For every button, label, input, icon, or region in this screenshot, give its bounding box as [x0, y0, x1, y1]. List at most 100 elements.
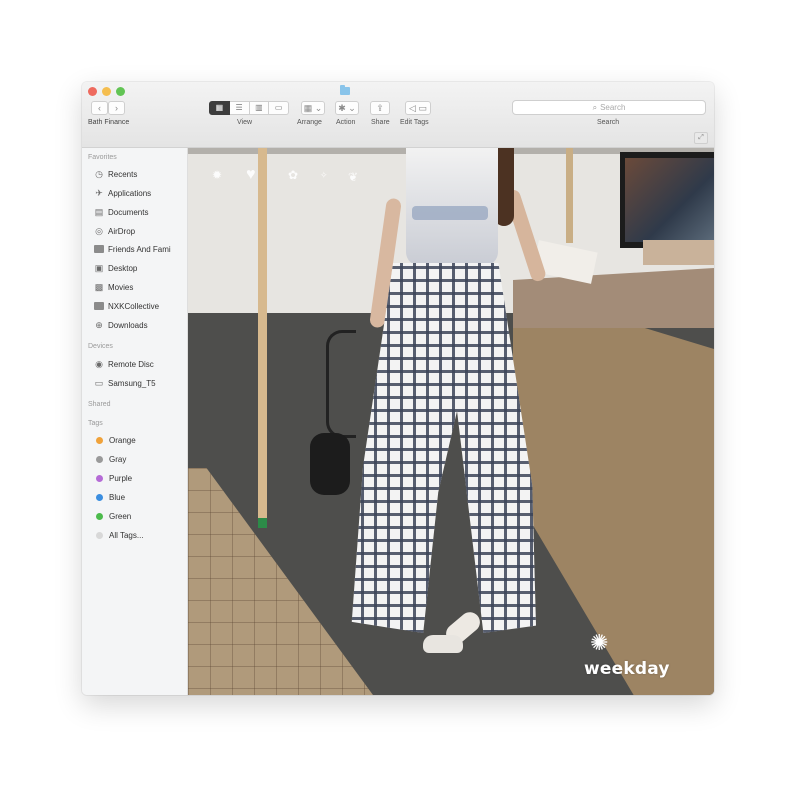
- sidebar-item-label: Recents: [108, 169, 138, 179]
- sidebar-tag-all-tags[interactable]: All Tags...: [94, 528, 187, 542]
- sidebar-item-friends-and-family[interactable]: Friends And Fami: [94, 242, 187, 256]
- photo-shelf: [643, 240, 714, 265]
- clock-icon: ◷: [95, 169, 103, 179]
- photo-tv-screen: [625, 158, 714, 242]
- toolbar-toggle-button[interactable]: ⤢: [694, 132, 708, 144]
- folder-icon: [340, 85, 350, 95]
- sidebar-item-recents[interactable]: ◷ Recents: [94, 167, 187, 181]
- sidebar-tag-purple[interactable]: Purple: [94, 471, 187, 485]
- photo-bag: [310, 433, 350, 495]
- watermark: ✺ weekday: [562, 632, 682, 692]
- view-caption: View: [237, 119, 253, 126]
- applications-icon: ✈: [95, 188, 103, 198]
- drive-icon: ▭: [94, 378, 104, 388]
- airdrop-icon: ◎: [95, 226, 103, 236]
- flower-icon: ✿: [288, 168, 299, 182]
- folder-icon: [94, 245, 104, 253]
- sidebar-item-label: Blue: [109, 492, 126, 502]
- sidebar-item-label: All Tags...: [109, 530, 144, 540]
- arrange-button[interactable]: ▦ ⌄: [301, 101, 325, 115]
- finder-toolbar: ‹ › Bath Finance ▦ ☰ ▥ ▭ View ▦ ⌄ Arrang…: [82, 82, 714, 148]
- flower-icon: ✺: [590, 630, 609, 655]
- finder-window: ‹ › Bath Finance ▦ ☰ ▥ ▭ View ▦ ⌄ Arrang…: [82, 82, 714, 695]
- column-view-button[interactable]: ▥: [249, 101, 270, 115]
- photo-bag-strap: [326, 330, 356, 438]
- gallery-view-button[interactable]: ▭: [269, 101, 289, 115]
- chevron-right-icon: ›: [115, 103, 118, 113]
- disc-icon: ◉: [95, 359, 103, 369]
- sidebar-item-label: Gray: [109, 454, 127, 464]
- sidebar-item-label: Downloads: [108, 320, 148, 330]
- photo-tank-print: [412, 206, 488, 220]
- gear-icon: ✱ ⌄: [338, 103, 356, 113]
- share-button[interactable]: ⇪: [370, 101, 390, 115]
- sidebar-item-samsung-t5[interactable]: ▭ Samsung_T5: [94, 376, 187, 390]
- share-icon: ⇪: [376, 103, 384, 113]
- tag-dot-icon: [96, 455, 103, 463]
- sidebar-item-label: Desktop: [108, 263, 138, 273]
- content-photo: ✹ ♥ ✿ ✧ ❦ ✺ weekday: [188, 148, 714, 695]
- chevron-left-icon: ‹: [98, 103, 101, 113]
- list-view-button[interactable]: ☰: [229, 101, 250, 115]
- photo-pole-back: [566, 148, 573, 243]
- action-button[interactable]: ✱ ⌄: [335, 101, 359, 115]
- tag-dot-icon: [96, 474, 103, 482]
- share-caption: Share: [371, 119, 390, 126]
- sidebar-tag-orange[interactable]: Orange: [94, 433, 187, 447]
- sidebar-item-airdrop[interactable]: ◎ AirDrop: [94, 224, 187, 238]
- sidebar-item-remote-disc[interactable]: ◉ Remote Disc: [94, 357, 187, 371]
- tag-dot-icon: [96, 436, 103, 444]
- bird-icon: ❦: [348, 170, 359, 184]
- sidebar-item-label: Movies: [108, 282, 134, 292]
- sidebar-item-desktop[interactable]: ▣ Desktop: [94, 261, 187, 275]
- sidebar-header-shared: Shared: [88, 401, 111, 408]
- sidebar-item-label: NXKCollective: [108, 301, 160, 311]
- sidebar-item-nxkcollective[interactable]: NXKCollective: [94, 299, 187, 313]
- sidebar-tag-green[interactable]: Green: [94, 509, 187, 523]
- back-button[interactable]: ‹: [91, 101, 108, 115]
- sidebar-tag-gray[interactable]: Gray: [94, 452, 187, 466]
- sparkle-icon: ✹: [212, 168, 223, 182]
- sidebar-tag-blue[interactable]: Blue: [94, 490, 187, 504]
- edit-tags-button[interactable]: ◁ ▭: [405, 101, 431, 115]
- arrange-icon: ▦ ⌄: [303, 103, 323, 113]
- sidebar-item-label: Orange: [109, 435, 136, 445]
- sidebar-item-downloads[interactable]: ⊕ Downloads: [94, 318, 187, 332]
- close-window-button[interactable]: [88, 87, 97, 96]
- icon-view-button[interactable]: ▦: [209, 101, 230, 115]
- sidebar-item-label: Documents: [108, 207, 149, 217]
- folder-icon: [94, 302, 104, 310]
- tag-dot-icon: [96, 531, 103, 539]
- watermark-text: weekday: [584, 659, 670, 679]
- heart-icon: ♥: [246, 166, 256, 183]
- action-caption: Action: [336, 119, 356, 126]
- forward-button[interactable]: ›: [108, 101, 125, 115]
- search-placeholder: Search: [600, 103, 626, 112]
- sidebar-item-label: Applications: [108, 188, 152, 198]
- sidebar-header-devices: Devices: [88, 343, 113, 350]
- sidebar-item-movies[interactable]: ▩ Movies: [94, 280, 187, 294]
- sidebar-item-label: Remote Disc: [108, 359, 154, 369]
- movies-icon: ▩: [94, 282, 104, 292]
- documents-icon: ▤: [94, 207, 104, 217]
- current-folder-label: Bath Finance: [88, 119, 130, 126]
- search-caption: Search: [597, 119, 620, 126]
- sidebar-header-tags: Tags: [88, 420, 103, 427]
- sidebar: Favorites ◷ Recents ✈ Applications ▤ Docume…: [82, 148, 188, 695]
- tag-icon: ◁ ▭: [409, 103, 427, 113]
- zoom-window-button[interactable]: [116, 87, 125, 96]
- sidebar-header-favorites: Favorites: [88, 154, 117, 161]
- sidebar-item-documents[interactable]: ▤ Documents: [94, 205, 187, 219]
- sidebar-item-label: Samsung_T5: [108, 378, 156, 388]
- sidebar-item-applications[interactable]: ✈ Applications: [94, 186, 187, 200]
- tag-dot-icon: [96, 493, 103, 501]
- view-mode-control[interactable]: ▦ ☰ ▥ ▭: [209, 101, 289, 115]
- arrange-caption: Arrange: [297, 119, 322, 126]
- search-icon: ⌕: [592, 103, 598, 112]
- minimize-window-button[interactable]: [102, 87, 111, 96]
- tag-dot-icon: [96, 512, 103, 520]
- sidebar-item-label: Purple: [109, 473, 133, 483]
- photo-shoe-left: [423, 635, 463, 653]
- downloads-icon: ⊕: [95, 320, 103, 330]
- search-input[interactable]: ⌕ Search: [512, 100, 706, 115]
